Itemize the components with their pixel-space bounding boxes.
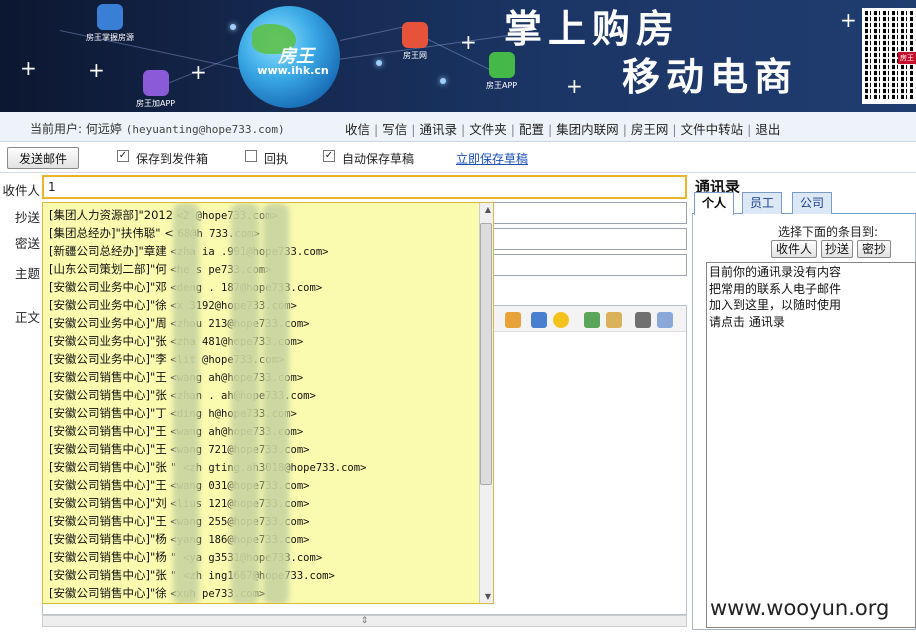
contacts-empty-line: 把常用的联系人电子邮件: [709, 281, 842, 296]
save-to-sent-checkbox[interactable]: ✓: [117, 150, 129, 162]
add-to-recipient-button[interactable]: 收件人: [771, 240, 817, 258]
subject-label: 主题: [14, 266, 40, 281]
add-to-cc-button[interactable]: 抄送: [821, 240, 853, 258]
nav-folders[interactable]: 文件夹: [469, 122, 507, 137]
attachment-icon[interactable]: [606, 312, 622, 328]
suggestion-dept-name: [安徽公司销售中心]"王: [49, 424, 167, 438]
editor-tool-icon[interactable]: [505, 312, 521, 328]
suggestion-dept-name: [安徽公司销售中心]"徐: [49, 586, 167, 600]
suggestion-dept-name: [安徽公司销售中心]"王: [49, 442, 167, 456]
qr-code: 房王: [862, 8, 916, 104]
image-icon[interactable]: [584, 312, 600, 328]
address-book-tabs: 个人 员工 公司: [692, 192, 916, 215]
scrollbar-thumb[interactable]: [480, 223, 492, 485]
suggestion-dept-name: [集团总经办]"扶伟聪" <: [49, 226, 174, 240]
compose-toolbar: 发送邮件 ✓ 保存到发件箱 回执 ✓ 自动保存草稿 立即保存草稿: [0, 143, 916, 173]
tab-company[interactable]: 公司: [792, 192, 832, 214]
app-badge-1: 房王掌握房源: [86, 4, 134, 43]
nav-compose[interactable]: 写信: [382, 122, 407, 137]
app-badge-2: 房王网: [402, 22, 428, 61]
watermark: www.wooyun.org: [710, 596, 890, 620]
add-to-bcc-button[interactable]: 密抄: [857, 240, 891, 258]
suggestion-dept-name: [安徽公司业务中心]"张: [49, 334, 167, 348]
header-banner: + + + + + + 房王 www.ihk.cn 房王掌握房源 房王网 房王A…: [0, 0, 916, 112]
suggestions-scrollbar[interactable]: ▲ ▼: [479, 203, 493, 603]
current-user: 当前用户: 何远婷 (heyuanting@hope733.com): [30, 120, 285, 137]
suggestion-item[interactable]: [安徽公司销售中心]"张 " <zh gting.ah3018@hope733.…: [49, 458, 366, 476]
nav-logout[interactable]: 退出: [755, 122, 780, 137]
save-to-sent-label: 保存到发件箱: [136, 152, 209, 166]
suggestion-dept-name: [安徽公司销售中心]"刘: [49, 496, 167, 510]
contacts-list[interactable]: 目前你的通讯录没有内容 把常用的联系人电子邮件 加入到这里，以随时使用 请点击 …: [706, 262, 916, 628]
scroll-up-icon[interactable]: ▲: [485, 205, 491, 214]
qr-tag: 房王: [898, 52, 916, 64]
tab-staff[interactable]: 员工: [742, 192, 782, 214]
suggestion-dept-name: [安徽公司业务中心]"邓: [49, 280, 167, 294]
current-user-name: 何远婷: [85, 122, 122, 136]
suggestion-dept-name: [安徽公司销售中心]"张: [49, 568, 167, 582]
suggestion-dept-name: [安徽公司销售中心]"王: [49, 478, 167, 492]
slogan-line-2: 移动电商: [622, 55, 799, 99]
bcc-label: 密送: [14, 236, 40, 251]
nav-address-book[interactable]: 通讯录: [419, 122, 457, 137]
redaction-blur: [173, 203, 199, 603]
suggestion-dept-name: [安徽公司销售中心]"丁: [49, 406, 167, 420]
select-target-hint: 选择下面的条目到:: [778, 225, 879, 239]
recipient-suggestions: ▲ ▼ [集团人力资源部]"2012 <2 @hope733.com> [集团总经…: [42, 202, 494, 604]
editor-resize-handle[interactable]: ⇕: [42, 615, 687, 627]
app-badge-4: 房王加APP: [136, 70, 175, 109]
suggestion-dept-name: [安徽公司销售中心]"杨: [49, 532, 167, 546]
suggestion-dept-name: [安徽公司销售中心]"杨: [49, 550, 167, 564]
suggestion-dept-name: [安徽公司业务中心]"李: [49, 352, 167, 366]
to-label: 收件人: [2, 183, 40, 198]
suggestion-dept-name: [安徽公司业务中心]"徐: [49, 298, 167, 312]
suggestion-dept-name: [新疆公司总经办]"章建: [49, 244, 167, 258]
suggestion-dept-name: [集团人力资源部]"2012: [49, 208, 174, 222]
current-user-label: 当前用户:: [30, 122, 83, 136]
suggestion-dept-name: [安徽公司销售中心]"张: [49, 388, 167, 402]
top-nav: 当前用户: 何远婷 (heyuanting@hope733.com) 收信 | 写信…: [0, 112, 916, 142]
save-draft-now-link[interactable]: 立即保存草稿: [456, 150, 528, 167]
send-button[interactable]: 发送邮件: [7, 147, 79, 169]
smiley-icon[interactable]: [553, 312, 569, 328]
autosave-label: 自动保存草稿: [342, 152, 415, 166]
cc-label: 抄送: [14, 210, 40, 225]
nav-intranet[interactable]: 集团内联网: [556, 122, 619, 137]
suggestion-item[interactable]: [集团总经办]"扶伟聪" < 68@h 733.com>: [49, 224, 260, 242]
suggestion-dept-name: [安徽公司销售中心]"张: [49, 460, 167, 474]
current-user-email: (heyuanting@hope733.com): [125, 123, 285, 136]
to-field[interactable]: 1: [42, 175, 687, 199]
nav-fangwang[interactable]: 房王网: [631, 122, 669, 137]
contacts-empty-line: 请点击 通讯录: [709, 314, 785, 329]
receipt-checkbox[interactable]: [245, 150, 257, 162]
body-label: 正文: [14, 310, 40, 325]
link-icon[interactable]: [531, 312, 547, 328]
suggestion-dept-name: [安徽公司销售中心]"王: [49, 370, 167, 384]
suggestion-dept-name: [安徽公司销售中心]"王: [49, 514, 167, 528]
nav-file-transfer[interactable]: 文件中转站: [681, 122, 744, 137]
suggestion-dept-name: [山东公司策划二部]"何: [49, 262, 167, 276]
autosave-checkbox[interactable]: ✓: [323, 150, 335, 162]
nav-links: 收信 | 写信 | 通讯录 | 文件夹 | 配置 | 集团内联网 | 房王网 | 文件中转站 | 退出: [345, 122, 781, 137]
app-badge-3: 房王APP: [486, 52, 517, 91]
preview-icon[interactable]: [657, 312, 673, 328]
scroll-down-icon[interactable]: ▼: [485, 592, 491, 601]
slogan-line-1: 掌上购房: [504, 7, 681, 51]
suggestion-dept-name: [安徽公司业务中心]"周: [49, 316, 167, 330]
tab-personal[interactable]: 个人: [694, 192, 734, 215]
redaction-blur: [263, 203, 289, 603]
redaction-blur: [231, 203, 259, 603]
nav-settings[interactable]: 配置: [519, 122, 544, 137]
receipt-label: 回执: [264, 152, 289, 166]
contacts-empty-line: 加入到这里，以随时使用: [709, 298, 842, 312]
contacts-empty-line: 目前你的通讯录没有内容: [709, 265, 842, 279]
paste-icon[interactable]: [635, 312, 651, 328]
globe-url: www.ihk.cn: [257, 64, 329, 77]
nav-inbox[interactable]: 收信: [345, 122, 370, 137]
